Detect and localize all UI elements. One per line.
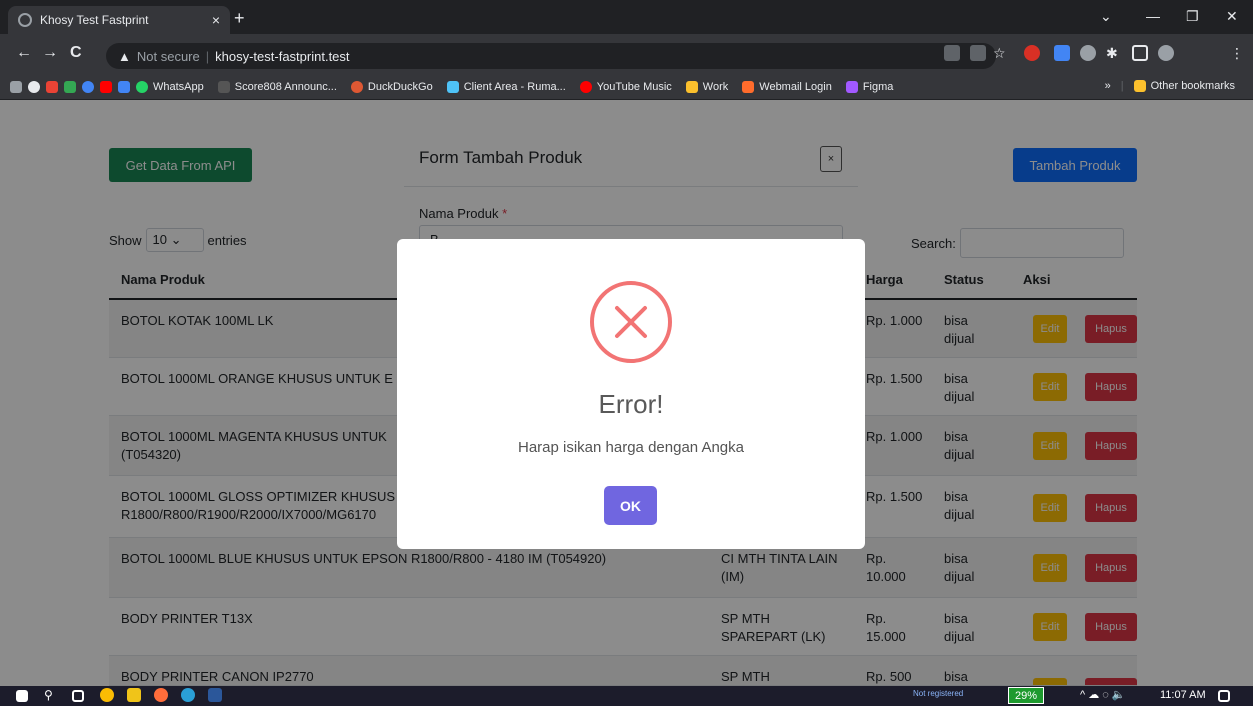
camera-icon[interactable] <box>1080 45 1096 61</box>
other-bookmarks[interactable]: Other bookmarks <box>1133 80 1235 92</box>
bookmarks-divider: | <box>1120 80 1124 92</box>
drive-icon[interactable] <box>64 80 76 93</box>
percentage-badge: 29% <box>1008 687 1044 704</box>
url-text: khosy-test-fastprint.test <box>215 48 350 64</box>
address-bar[interactable]: ▲ Not secure | khosy-test-fastprint.test <box>106 43 996 69</box>
maximize-button[interactable]: ❐ <box>1186 8 1199 25</box>
star-icon[interactable]: ☆ <box>993 45 1009 61</box>
bookmark-icon <box>350 80 363 93</box>
avatar[interactable] <box>1158 45 1174 61</box>
alert-message: Harap isikan harga dengan Angka <box>518 439 744 456</box>
bookmarks-bar: WhatsApp Score808 Announc... DuckDuckGo … <box>0 74 1253 100</box>
google-icon[interactable] <box>82 80 94 93</box>
task-view-icon[interactable] <box>72 690 84 702</box>
alert-title: Error! <box>598 389 664 419</box>
omnibox-separator: | <box>205 48 210 64</box>
bookmark-label: WhatsApp <box>153 80 204 93</box>
bookmark-icon <box>217 80 230 93</box>
browser-tab[interactable]: Khosy Test Fastprint × <box>8 6 230 34</box>
search-icon[interactable]: ⚲ <box>44 688 58 702</box>
extension-icon[interactable] <box>1054 45 1070 61</box>
folder-icon <box>685 80 698 93</box>
notification-icon[interactable] <box>1218 690 1230 702</box>
share-icon[interactable] <box>970 45 986 61</box>
apps-icon[interactable] <box>10 80 22 93</box>
bookmark-icon <box>446 80 459 93</box>
gmail-icon[interactable] <box>46 80 58 93</box>
more-bookmarks-button[interactable]: » <box>1105 80 1111 92</box>
folder-icon <box>1133 80 1146 92</box>
bookmark-duckduckgo[interactable]: DuckDuckGo <box>350 80 433 93</box>
app-icon[interactable] <box>181 688 195 702</box>
bookmark-webmail[interactable]: Webmail Login <box>742 80 832 93</box>
chevron-down-icon[interactable]: ⌄ <box>1100 8 1112 25</box>
bookmark-label: Figma <box>862 80 894 93</box>
bookmark-whatsapp[interactable]: WhatsApp <box>136 80 204 93</box>
tab-close-icon[interactable]: × <box>212 12 220 28</box>
bookmark-icon <box>579 80 592 93</box>
not-secure-label: Not secure <box>136 48 200 64</box>
windows-start-icon[interactable] <box>16 690 28 702</box>
bookmark-work[interactable]: Work <box>685 80 729 93</box>
forward-button[interactable]: → <box>42 44 58 62</box>
globe-icon <box>18 13 32 27</box>
bookmark-label: DuckDuckGo <box>367 80 433 93</box>
menu-icon[interactable]: ⋮ <box>1230 45 1246 61</box>
chrome-icon[interactable] <box>100 688 114 702</box>
bookmark-figma[interactable]: Figma <box>845 80 894 93</box>
youtube-icon[interactable] <box>100 80 112 93</box>
not-registered-label: Not registered <box>913 689 964 698</box>
adblock-icon[interactable] <box>1024 45 1040 61</box>
app-icon[interactable] <box>154 688 168 702</box>
translate-icon[interactable] <box>944 45 960 61</box>
bookmark-client-area[interactable]: Client Area - Ruma... <box>446 80 566 93</box>
clock[interactable]: 11:07 AM <box>1160 689 1206 701</box>
sidepanel-icon[interactable] <box>1132 45 1148 61</box>
file-explorer-icon[interactable] <box>127 688 141 702</box>
bookmark-icon <box>742 80 755 93</box>
translate-bookmark-icon[interactable] <box>118 80 130 93</box>
puzzle-icon[interactable]: ✱ <box>1106 45 1122 61</box>
error-x-icon <box>590 281 672 363</box>
bookmark-youtube-music[interactable]: YouTube Music <box>579 80 672 93</box>
close-window-button[interactable]: ✕ <box>1226 8 1238 25</box>
minimize-button[interactable]: — <box>1146 8 1160 24</box>
system-tray-icons[interactable]: ^ ☁ ◌ 🔈 <box>1080 688 1126 701</box>
bookmarks-right: » | Other bookmarks <box>1105 80 1243 92</box>
bookmark-label: Work <box>702 80 729 93</box>
reload-button[interactable]: C <box>70 44 82 62</box>
back-button[interactable]: ← <box>16 44 32 62</box>
figma-icon <box>845 80 858 93</box>
bookmark-score808[interactable]: Score808 Announc... <box>217 80 337 93</box>
error-alert: Error! Harap isikan harga dengan Angka O… <box>397 239 865 549</box>
bookmark-label: YouTube Music <box>596 80 672 93</box>
word-icon[interactable] <box>208 688 222 702</box>
warning-icon: ▲ <box>118 48 131 64</box>
new-tab-button[interactable]: + <box>234 8 245 29</box>
tab-title: Khosy Test Fastprint <box>40 13 149 27</box>
bookmark-icon <box>136 80 148 93</box>
bookmark-label: Webmail Login <box>759 80 832 93</box>
other-bookmarks-label: Other bookmarks <box>1150 80 1235 92</box>
bookmark-label: Score808 Announc... <box>234 80 337 93</box>
github-icon[interactable] <box>28 80 40 93</box>
bookmark-label: Client Area - Ruma... <box>463 80 566 93</box>
ok-button[interactable]: OK <box>604 486 657 525</box>
